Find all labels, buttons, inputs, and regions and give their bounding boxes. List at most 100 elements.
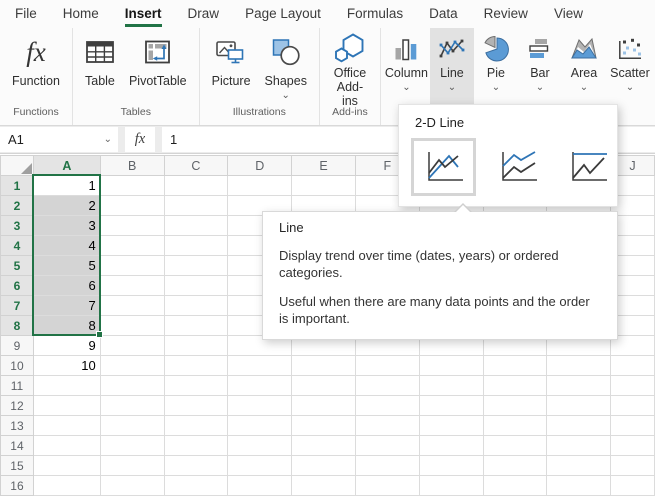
cell-B14[interactable]: [100, 436, 164, 456]
cell-A4[interactable]: 4: [33, 236, 100, 256]
row-header-9[interactable]: 9: [1, 336, 34, 356]
row-header-15[interactable]: 15: [1, 456, 34, 476]
cell-B1[interactable]: [100, 176, 164, 196]
cell-B8[interactable]: [100, 316, 164, 336]
cell-D10[interactable]: [228, 356, 292, 376]
cell-H14[interactable]: [483, 436, 547, 456]
cell-G10[interactable]: [419, 356, 483, 376]
column-header-C[interactable]: C: [164, 156, 228, 176]
cell-A15[interactable]: [33, 456, 100, 476]
cell-C8[interactable]: [164, 316, 228, 336]
table-button[interactable]: Table: [78, 28, 122, 104]
row-header-13[interactable]: 13: [1, 416, 34, 436]
cell-G16[interactable]: [419, 476, 483, 496]
cell-G15[interactable]: [419, 456, 483, 476]
row-header-16[interactable]: 16: [1, 476, 34, 496]
cell-E14[interactable]: [292, 436, 356, 456]
name-box-chevron-icon[interactable]: ⌄: [104, 134, 112, 145]
pie-chart-button[interactable]: Pie ⌄: [474, 28, 518, 104]
cell-C13[interactable]: [164, 416, 228, 436]
cell-B10[interactable]: [100, 356, 164, 376]
scatter-chart-button[interactable]: Scatter ⌄: [606, 28, 654, 104]
cell-F13[interactable]: [355, 416, 419, 436]
cell-B3[interactable]: [100, 216, 164, 236]
cell-C7[interactable]: [164, 296, 228, 316]
cell-I12[interactable]: [547, 396, 611, 416]
insert-function-button[interactable]: fx: [125, 127, 155, 152]
cell-B12[interactable]: [100, 396, 164, 416]
row-header-6[interactable]: 6: [1, 276, 34, 296]
cell-B5[interactable]: [100, 256, 164, 276]
row-header-3[interactable]: 3: [1, 216, 34, 236]
cell-C9[interactable]: [164, 336, 228, 356]
row-header-4[interactable]: 4: [1, 236, 34, 256]
picture-button[interactable]: Picture: [205, 28, 258, 104]
name-box[interactable]: A1 ⌄: [0, 127, 118, 152]
cell-B15[interactable]: [100, 456, 164, 476]
cell-E11[interactable]: [292, 376, 356, 396]
cell-C2[interactable]: [164, 196, 228, 216]
cell-D15[interactable]: [228, 456, 292, 476]
cell-F10[interactable]: [355, 356, 419, 376]
hundred-percent-stacked-line-option-button[interactable]: [560, 139, 617, 195]
column-header-A[interactable]: A: [33, 156, 100, 176]
row-header-5[interactable]: 5: [1, 256, 34, 276]
cell-J13[interactable]: [611, 416, 655, 436]
column-header-D[interactable]: D: [228, 156, 292, 176]
cell-G12[interactable]: [419, 396, 483, 416]
cell-B6[interactable]: [100, 276, 164, 296]
cell-H15[interactable]: [483, 456, 547, 476]
cell-B13[interactable]: [100, 416, 164, 436]
cell-A16[interactable]: [33, 476, 100, 496]
row-header-8[interactable]: 8: [1, 316, 34, 336]
menu-tab-insert[interactable]: Insert: [112, 0, 175, 28]
cell-B11[interactable]: [100, 376, 164, 396]
menu-tab-review[interactable]: Review: [471, 0, 541, 28]
cell-J14[interactable]: [611, 436, 655, 456]
select-all-corner[interactable]: [1, 156, 34, 176]
cell-A5[interactable]: 5: [33, 256, 100, 276]
cell-B4[interactable]: [100, 236, 164, 256]
cell-C3[interactable]: [164, 216, 228, 236]
cell-A6[interactable]: 6: [33, 276, 100, 296]
cell-J11[interactable]: [611, 376, 655, 396]
cell-I13[interactable]: [547, 416, 611, 436]
column-chart-button[interactable]: Column ⌄: [383, 28, 430, 104]
cell-D13[interactable]: [228, 416, 292, 436]
menu-tab-draw[interactable]: Draw: [175, 0, 233, 28]
cell-J12[interactable]: [611, 396, 655, 416]
menu-tab-file[interactable]: File: [2, 0, 50, 28]
cell-C6[interactable]: [164, 276, 228, 296]
cell-H16[interactable]: [483, 476, 547, 496]
cell-E10[interactable]: [292, 356, 356, 376]
cell-H10[interactable]: [483, 356, 547, 376]
cell-A10[interactable]: 10: [33, 356, 100, 376]
menu-tab-data[interactable]: Data: [416, 0, 471, 28]
cell-C14[interactable]: [164, 436, 228, 456]
cell-J16[interactable]: [611, 476, 655, 496]
row-header-1[interactable]: 1: [1, 176, 34, 196]
line-chart-button[interactable]: Line ⌄: [430, 28, 474, 104]
cell-F16[interactable]: [355, 476, 419, 496]
cell-F15[interactable]: [355, 456, 419, 476]
cell-I16[interactable]: [547, 476, 611, 496]
cell-C10[interactable]: [164, 356, 228, 376]
cell-A1[interactable]: 1: [33, 176, 100, 196]
cell-C4[interactable]: [164, 236, 228, 256]
bar-chart-button[interactable]: Bar ⌄: [518, 28, 562, 104]
menu-tab-view[interactable]: View: [541, 0, 596, 28]
menu-tab-home[interactable]: Home: [50, 0, 112, 28]
cell-I14[interactable]: [547, 436, 611, 456]
cell-D11[interactable]: [228, 376, 292, 396]
line-option-button[interactable]: [411, 138, 476, 196]
cell-C11[interactable]: [164, 376, 228, 396]
cell-E15[interactable]: [292, 456, 356, 476]
office-addins-button[interactable]: Office Add-ins: [325, 28, 375, 104]
cell-A2[interactable]: 2: [33, 196, 100, 216]
cell-E12[interactable]: [292, 396, 356, 416]
cell-I15[interactable]: [547, 456, 611, 476]
cell-C5[interactable]: [164, 256, 228, 276]
cell-B2[interactable]: [100, 196, 164, 216]
row-header-14[interactable]: 14: [1, 436, 34, 456]
cell-H11[interactable]: [483, 376, 547, 396]
